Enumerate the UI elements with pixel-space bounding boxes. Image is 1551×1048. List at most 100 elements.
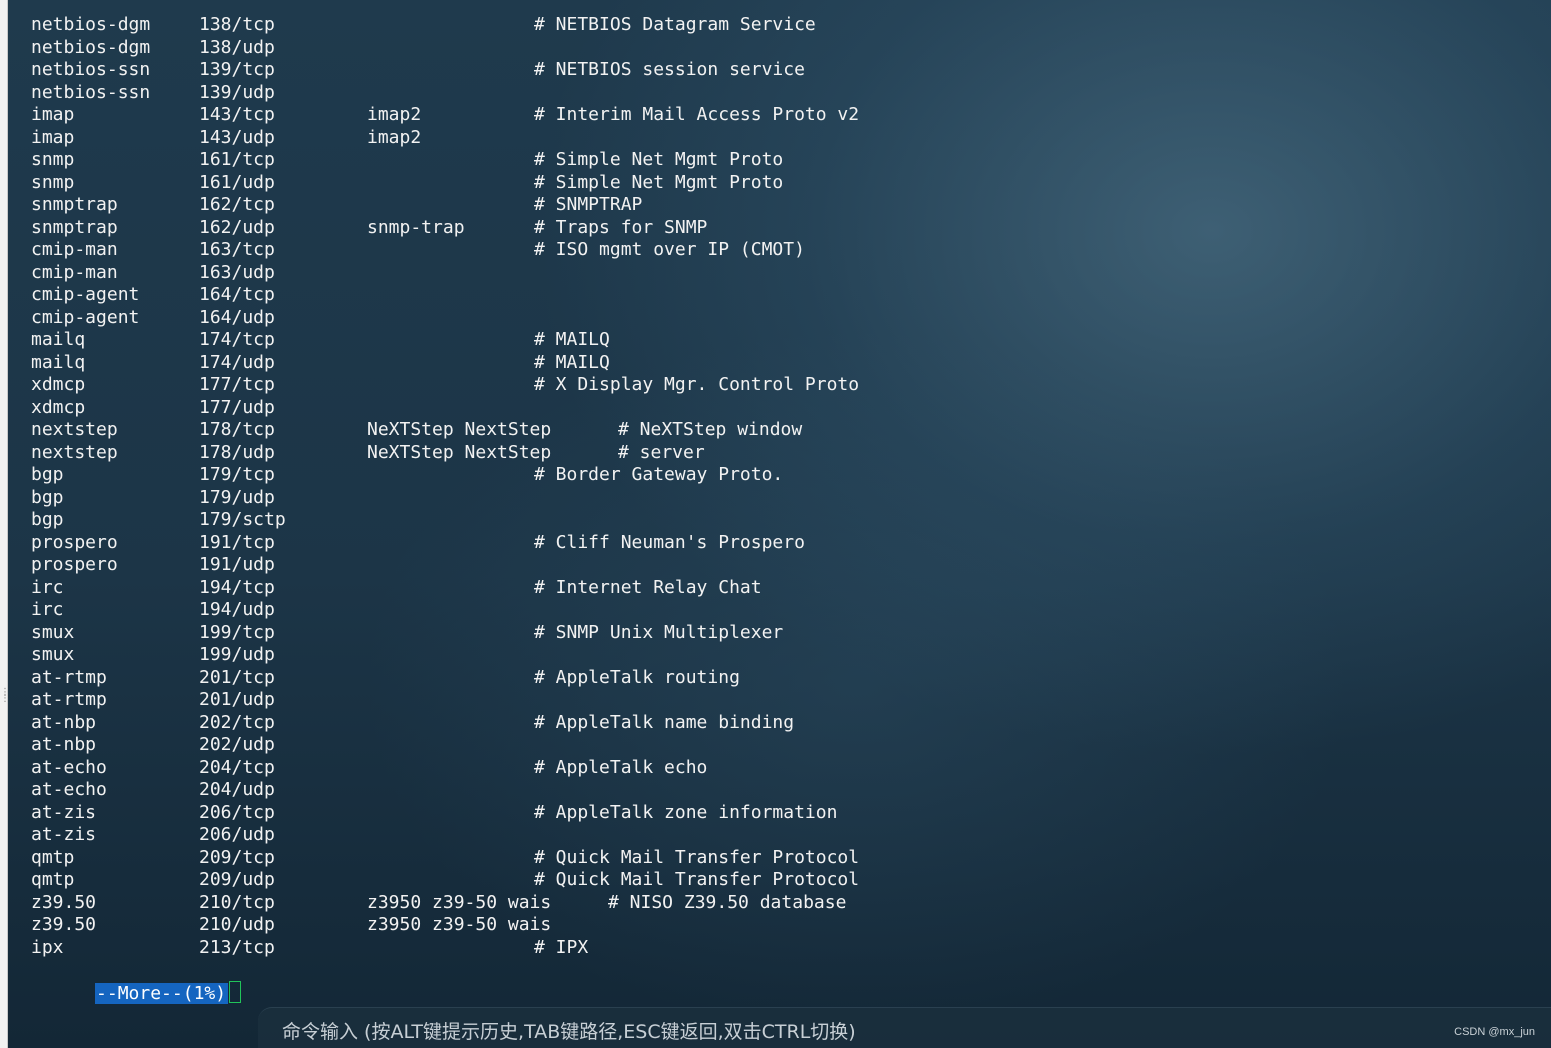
service-name: netbios-dgm: [31, 36, 151, 58]
terminal-line: nextstep 178/tcp NeXTStep NextStep # NeXTSt…: [31, 419, 1131, 442]
service-port: 177/udp: [199, 396, 275, 418]
service-name: snmp: [31, 171, 75, 193]
service-alias: imap2: [367, 104, 422, 125]
service-comment: # SNMP Unix Multiplexer: [534, 621, 784, 643]
service-comment: # Quick Mail Transfer Protocol: [534, 869, 860, 890]
terminal-line: at-zis 206/tcp # AppleTalk zone informatio…: [31, 802, 1131, 825]
service-comment: # AppleTalk name binding: [534, 711, 795, 733]
service-name: mailq: [31, 329, 86, 350]
service-comment: # MAILQ: [534, 351, 610, 373]
terminal-line: at-nbp 202/tcp # AppleTalk name binding: [31, 712, 1131, 735]
service-port: 206/udp: [199, 824, 275, 845]
service-comment: # AppleTalk echo: [534, 756, 708, 778]
service-port: 202/tcp: [199, 711, 275, 733]
service-port: 179/sctp: [199, 509, 286, 530]
service-port: 179/udp: [199, 486, 275, 508]
command-input-bar[interactable]: 命令输入 (按ALT键提示历史,TAB键路径,ESC键返回,双击CTRL切换): [258, 1007, 1551, 1048]
service-port: 210/udp: [199, 914, 275, 935]
terminal-line: at-echo 204/tcp # AppleTalk echo: [31, 757, 1131, 780]
service-port: 164/tcp: [199, 284, 275, 305]
terminal-line: xdmcp 177/udp: [31, 397, 1131, 420]
service-port: 138/udp: [199, 36, 275, 58]
service-port: 162/udp: [199, 216, 275, 238]
service-alias: z3950 z39-50 wais: [367, 914, 552, 935]
service-name: at-echo: [31, 779, 107, 800]
service-alias: NeXTStep NextStep: [367, 419, 552, 440]
terminal-line: mailq 174/tcp # MAILQ: [31, 329, 1131, 352]
panel-drag-handle-icon[interactable]: ⋮ ⋮: [0, 688, 10, 710]
terminal-line: snmp 161/tcp # Simple Net Mgmt Proto: [31, 149, 1131, 172]
service-name: at-rtmp: [31, 666, 107, 688]
service-port: 139/tcp: [199, 59, 275, 80]
text-cursor: [229, 981, 242, 1003]
terminal-line: irc 194/tcp # Internet Relay Chat: [31, 577, 1131, 600]
terminal-line: netbios-ssn 139/tcp # NETBIOS session serv…: [31, 59, 1131, 82]
service-port: 164/udp: [199, 306, 275, 328]
service-name: at-zis: [31, 801, 97, 823]
terminal-line: nextstep 178/udp NeXTStep NextStep # server: [31, 442, 1131, 465]
service-port: 174/udp: [199, 351, 275, 373]
terminal-line: at-nbp 202/udp: [31, 734, 1131, 757]
service-name: z39.50: [31, 914, 97, 935]
service-port: 204/tcp: [199, 756, 275, 778]
terminal-line: smux 199/tcp # SNMP Unix Multiplexer: [31, 622, 1131, 645]
service-port: 174/tcp: [199, 329, 275, 350]
terminal-line: imap 143/udp imap2: [31, 127, 1131, 150]
terminal-line: qmtp 209/tcp # Quick Mail Transfer Protoco…: [31, 847, 1131, 870]
terminal-line: prospero 191/tcp # Cliff Neuman's Prospero: [31, 532, 1131, 555]
service-name: snmp: [31, 149, 75, 170]
terminal-line: netbios-dgm 138/udp: [31, 37, 1131, 60]
service-name: cmip-agent: [31, 306, 140, 328]
terminal-line: imap 143/tcp imap2 # Interim Mail Access Pr…: [31, 104, 1131, 127]
terminal-window: ⋮ ⋮ netbios-dgm 138/tcp # NETBIOS Datagram …: [0, 0, 1551, 1048]
service-name: xdmcp: [31, 374, 86, 395]
terminal-line: at-rtmp 201/udp: [31, 689, 1131, 712]
service-name: at-echo: [31, 756, 107, 778]
more-prompt: --More--(1%): [95, 983, 229, 1004]
service-name: smux: [31, 644, 75, 665]
service-comment: # NISO Z39.50 database: [608, 891, 847, 913]
service-name: cmip-man: [31, 239, 118, 260]
service-name: z39.50: [31, 891, 97, 913]
service-port: 201/udp: [199, 689, 275, 710]
services-listing: netbios-dgm 138/tcp # NETBIOS Datagram Ser…: [31, 14, 1131, 959]
service-name: imap: [31, 126, 75, 148]
terminal-line: at-rtmp 201/tcp # AppleTalk routing: [31, 667, 1131, 690]
terminal-line: z39.50 210/udp z3950 z39-50 wais: [31, 914, 1131, 937]
service-name: nextstep: [31, 419, 118, 440]
terminal-line: snmptrap 162/tcp # SNMPTRAP: [31, 194, 1131, 217]
service-comment: # X Display Mgr. Control Proto: [534, 374, 860, 395]
service-name: nextstep: [31, 441, 118, 463]
service-port: 206/tcp: [199, 801, 275, 823]
service-name: at-zis: [31, 824, 97, 845]
service-name: snmptrap: [31, 194, 118, 215]
service-comment: # ISO mgmt over IP (CMOT): [534, 239, 805, 260]
service-port: 178/udp: [199, 441, 275, 463]
terminal-line: netbios-ssn 139/udp: [31, 82, 1131, 105]
service-alias: imap2: [367, 126, 422, 148]
terminal-output[interactable]: netbios-dgm 138/tcp # NETBIOS Datagram Ser…: [8, 0, 1551, 1048]
service-port: 177/tcp: [199, 374, 275, 395]
service-port: 163/tcp: [199, 239, 275, 260]
terminal-line: cmip-man 163/tcp # ISO mgmt over IP (CMOT): [31, 239, 1131, 262]
service-port: 143/tcp: [199, 104, 275, 125]
service-comment: # AppleTalk routing: [534, 666, 740, 688]
terminal-line: xdmcp 177/tcp # X Display Mgr. Control Pro…: [31, 374, 1131, 397]
command-input-placeholder[interactable]: 命令输入 (按ALT键提示历史,TAB键路径,ESC键返回,双击CTRL切换): [282, 1017, 856, 1044]
service-comment: # Traps for SNMP: [534, 216, 708, 238]
service-name: at-nbp: [31, 734, 97, 755]
service-name: irc: [31, 599, 64, 620]
service-port: 143/udp: [199, 126, 275, 148]
service-name: qmtp: [31, 846, 75, 868]
terminal-line: z39.50 210/tcp z3950 z39-50 wais # NISO Z39…: [31, 892, 1131, 915]
service-port: 178/tcp: [199, 419, 275, 440]
terminal-line: smux 199/udp: [31, 644, 1131, 667]
service-name: xdmcp: [31, 396, 86, 418]
terminal-line: mailq 174/udp # MAILQ: [31, 352, 1131, 375]
service-name: ipx: [31, 936, 64, 958]
service-comment: # AppleTalk zone information: [534, 801, 838, 823]
side-panel-strip: ⋮ ⋮: [0, 0, 10, 1048]
service-name: netbios-dgm: [31, 14, 151, 35]
service-port: 202/udp: [199, 734, 275, 755]
service-port: 194/udp: [199, 599, 275, 620]
